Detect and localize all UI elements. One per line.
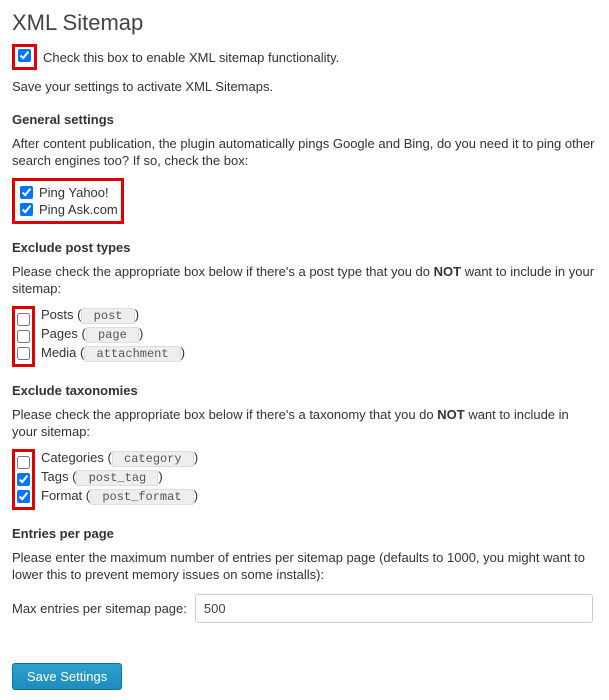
enable-checkbox[interactable] <box>18 49 31 62</box>
exclude-categories-label: Categories ( category ) <box>41 450 198 466</box>
not-emphasis: NOT <box>434 264 461 279</box>
exclude-posts-label: Posts ( post ) <box>41 307 139 323</box>
text: Please check the appropriate box below i… <box>12 264 434 279</box>
code: page <box>86 327 139 343</box>
highlight-ping-group: Ping Yahoo! Ping Ask.com <box>12 178 124 224</box>
enable-label: Check this box to enable XML sitemap fun… <box>43 50 339 65</box>
text: ) <box>158 469 162 484</box>
ping-yahoo-checkbox[interactable] <box>20 186 33 199</box>
exclude-posts-heading: Exclude post types <box>12 240 597 255</box>
activate-note: Save your settings to activate XML Sitem… <box>12 78 597 96</box>
text: ) <box>135 307 139 322</box>
save-button[interactable]: Save Settings <box>12 663 122 690</box>
code: post <box>81 308 134 324</box>
exclude-tags-checkbox[interactable] <box>17 473 30 486</box>
text: Pages ( <box>41 326 86 341</box>
page-title: XML Sitemap <box>12 10 597 36</box>
code: attachment <box>84 346 180 362</box>
code: category <box>112 451 194 467</box>
exclude-tax-heading: Exclude taxonomies <box>12 383 597 398</box>
text: Please check the appropriate box below i… <box>12 407 437 422</box>
text: ) <box>181 345 185 360</box>
exclude-categories-checkbox[interactable] <box>17 456 30 469</box>
highlight-enable <box>12 44 37 70</box>
exclude-media-label: Media ( attachment ) <box>41 345 185 361</box>
text: ) <box>194 488 198 503</box>
text: ) <box>194 450 198 465</box>
text: Tags ( <box>41 469 76 484</box>
text: Format ( <box>41 488 90 503</box>
exclude-tax-desc: Please check the appropriate box below i… <box>12 406 597 441</box>
exclude-format-label: Format ( post_format ) <box>41 488 198 504</box>
code: post_format <box>90 489 194 505</box>
entries-desc: Please enter the maximum number of entri… <box>12 549 597 584</box>
ping-yahoo-label: Ping Yahoo! <box>39 185 109 200</box>
general-desc: After content publication, the plugin au… <box>12 135 597 170</box>
exclude-pages-label: Pages ( page ) <box>41 326 143 342</box>
ping-ask-checkbox[interactable] <box>20 203 33 216</box>
highlight-exclude-posts <box>12 306 35 367</box>
exclude-posts-desc: Please check the appropriate box below i… <box>12 263 597 298</box>
entries-input[interactable] <box>195 594 593 623</box>
ping-ask-label: Ping Ask.com <box>39 202 118 217</box>
entries-heading: Entries per page <box>12 526 597 541</box>
highlight-exclude-tax <box>12 449 35 510</box>
not-emphasis: NOT <box>437 407 464 422</box>
general-heading: General settings <box>12 112 597 127</box>
exclude-media-checkbox[interactable] <box>17 347 30 360</box>
code: post_tag <box>76 470 158 486</box>
exclude-tags-label: Tags ( post_tag ) <box>41 469 163 485</box>
text: Media ( <box>41 345 84 360</box>
text: Categories ( <box>41 450 112 465</box>
text: Posts ( <box>41 307 81 322</box>
entries-label: Max entries per sitemap page: <box>12 601 187 616</box>
exclude-format-checkbox[interactable] <box>17 490 30 503</box>
text: ) <box>139 326 143 341</box>
exclude-pages-checkbox[interactable] <box>17 330 30 343</box>
exclude-posts-checkbox[interactable] <box>17 313 30 326</box>
